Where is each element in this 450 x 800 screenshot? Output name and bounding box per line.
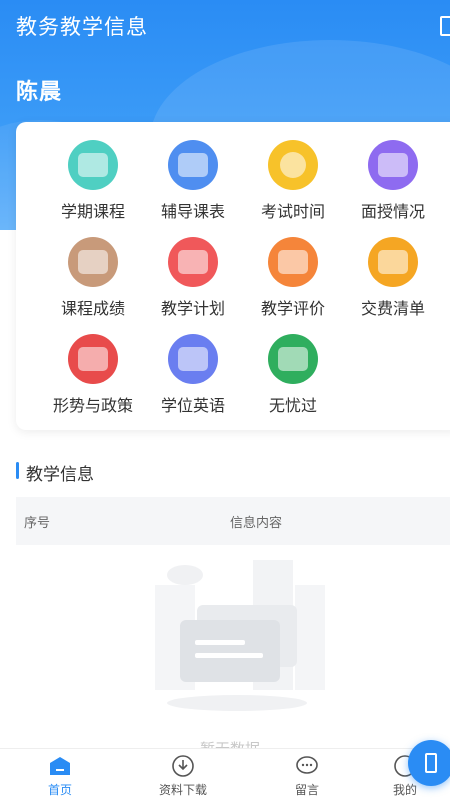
top-bar: 教务教学信息: [0, 0, 450, 52]
menu-item-tutoring-schedule[interactable]: 辅导课表: [143, 140, 243, 230]
menu-item-teaching-evaluation[interactable]: 教学评价: [243, 237, 343, 327]
section-title: 教学信息: [26, 465, 94, 485]
calendar-check-icon: [168, 237, 218, 287]
section-accent-bar: [16, 462, 19, 479]
tab-message[interactable]: 留言: [262, 749, 352, 800]
menu-item-course-grades[interactable]: 课程成绩: [43, 237, 143, 327]
home-icon: [50, 757, 70, 775]
menu-item-teaching-plan[interactable]: 教学计划: [143, 237, 243, 327]
empty-state-illustration: [155, 560, 325, 711]
alarm-clock-icon: [268, 140, 318, 190]
table-header: 序号 信息内容: [16, 497, 450, 545]
menu-item-label: 无忧过: [268, 396, 317, 415]
column-header-content: 信息内容: [230, 516, 283, 531]
payment-icon: [368, 237, 418, 287]
book-icon: [68, 140, 118, 190]
menu-item-situation-policy[interactable]: 形势与政策: [43, 334, 143, 424]
menu-item-face-teaching[interactable]: 面授情况: [343, 140, 443, 230]
bottom-tab-bar: 首页 资料下载 留言 我的: [0, 748, 450, 800]
menu-item-semester-courses[interactable]: 学期课程: [43, 140, 143, 230]
menu-item-label: 面授情况: [360, 202, 425, 221]
tab-label: 首页: [47, 783, 72, 797]
blackboard-icon: [368, 140, 418, 190]
menu-item-degree-english[interactable]: 学位英语: [143, 334, 243, 424]
message-icon: [296, 756, 318, 774]
column-header-seq: 序号: [24, 516, 51, 531]
menu-item-label: 交费清单: [360, 299, 425, 318]
tab-download[interactable]: 资料下载: [138, 749, 228, 800]
tab-label: 留言: [294, 783, 319, 797]
tab-home[interactable]: 首页: [15, 749, 105, 800]
menu-item-worry-free-pass[interactable]: 无忧过: [243, 334, 343, 424]
app-title: 教务教学信息: [16, 15, 148, 39]
user-name: 陈晨: [16, 80, 63, 105]
english-icon: [168, 334, 218, 384]
scan-icon: [425, 753, 437, 773]
pass-icon: [268, 334, 318, 384]
download-icon: [172, 755, 194, 777]
scan-icon[interactable]: [440, 16, 450, 36]
menu-grid: 学期课程 辅导课表 考试时间 面授情况 课程成绩 教学计划 教学评价 交费清单 …: [16, 122, 450, 430]
star-rating-icon: [268, 237, 318, 287]
menu-item-exam-time[interactable]: 考试时间: [243, 140, 343, 230]
policy-icon: [68, 334, 118, 384]
menu-item-payment-list[interactable]: 交费清单: [343, 237, 443, 327]
tab-label: 资料下载: [158, 783, 207, 797]
schedule-icon: [168, 140, 218, 190]
floating-scan-button[interactable]: [408, 740, 450, 786]
grade-icon: [68, 237, 118, 287]
